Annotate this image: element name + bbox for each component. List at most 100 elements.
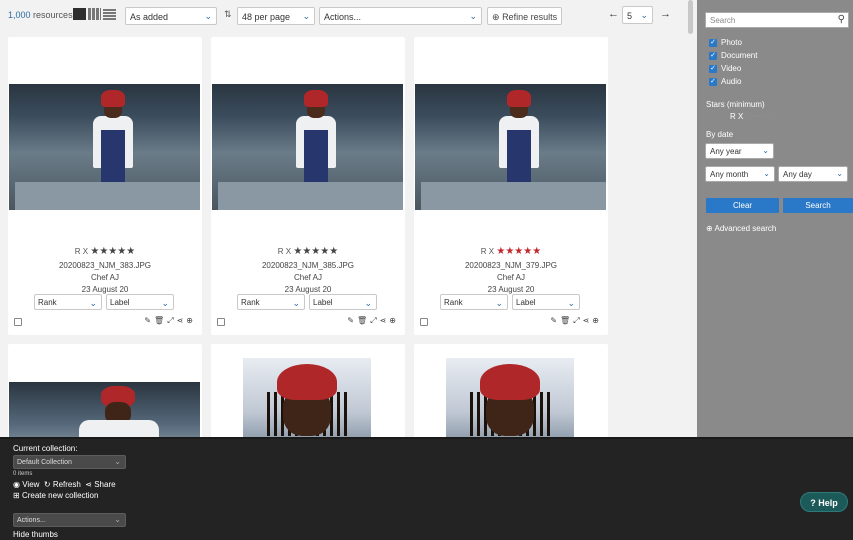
day-select[interactable]: Any day ⌄ bbox=[778, 166, 848, 182]
label-select[interactable]: Label ⌄ bbox=[106, 294, 174, 310]
resource-count-label: resources bbox=[33, 10, 73, 20]
resource-card[interactable]: R X ★★★★★ 20200823_NJM_385.JPG Chef AJ 2… bbox=[211, 37, 405, 335]
create-collection-label: Create new collection bbox=[21, 491, 99, 500]
select-checkbox[interactable] bbox=[420, 318, 428, 326]
rating-stars[interactable]: ★★★★★ bbox=[496, 246, 541, 257]
resource-date: 23 August 20 bbox=[487, 285, 535, 294]
stars-clear[interactable]: R X bbox=[730, 112, 743, 121]
fullscreen-icon[interactable]: ⤢ bbox=[573, 316, 582, 325]
rank-select[interactable]: Rank ⌄ bbox=[237, 294, 305, 310]
resource-card[interactable]: R X ★★★★★ 20200823_NJM_383.JPG Chef AJ 2… bbox=[8, 37, 202, 335]
create-collection-link[interactable]: ⊞ Create new collection bbox=[13, 491, 98, 500]
edit-icon[interactable]: ✎ bbox=[550, 316, 560, 325]
star-rating[interactable]: R X ★★★★★ bbox=[8, 246, 202, 257]
search-button[interactable]: Search bbox=[783, 198, 853, 213]
label-select[interactable]: Label ⌄ bbox=[309, 294, 377, 310]
filter-audio[interactable]: ✓ Audio bbox=[709, 77, 741, 86]
select-checkbox[interactable] bbox=[217, 318, 225, 326]
sort-order-value: As added bbox=[130, 12, 169, 22]
checkbox-checked-icon[interactable]: ✓ bbox=[709, 38, 717, 47]
results-scrollbar[interactable] bbox=[685, 0, 697, 437]
star-rating[interactable]: R X ★★★★★ bbox=[414, 246, 608, 257]
checkbox-checked-icon[interactable]: ✓ bbox=[709, 77, 717, 86]
resource-card[interactable] bbox=[414, 344, 608, 437]
filter-photo[interactable]: ✓ Photo bbox=[709, 38, 742, 47]
advanced-search-link[interactable]: ⊕ Advanced search bbox=[706, 224, 776, 233]
results-area: 1,000 resources As added ⌄ ⇅ 48 per page ⌄… bbox=[0, 0, 685, 437]
resource-card[interactable]: R X ★★★★★ 20200823_NJM_379.JPG Chef AJ 2… bbox=[414, 37, 608, 335]
label-select[interactable]: Label ⌄ bbox=[512, 294, 580, 310]
previous-page-arrow-icon[interactable]: ← bbox=[608, 8, 619, 20]
large-thumbs-view-icon[interactable] bbox=[73, 8, 86, 20]
next-page-arrow-icon[interactable]: → bbox=[660, 8, 671, 20]
resource-date: 23 August 20 bbox=[81, 285, 129, 294]
collection-actions-row: ◉ View ↻ Refresh ⋖ Share bbox=[13, 480, 116, 489]
page-select[interactable]: 5 ⌄ bbox=[622, 6, 653, 24]
chevron-down-icon: ⌄ bbox=[469, 11, 477, 21]
chevron-down-icon: ⌄ bbox=[763, 169, 770, 178]
zoom-icon: ⊕ bbox=[706, 224, 713, 233]
hide-thumbs-link[interactable]: Hide thumbs bbox=[13, 530, 58, 539]
search-sidebar: Search ⚲ ✓ Photo ✓ Document ✓ Video ✓ Audio S… bbox=[697, 0, 853, 437]
chevron-down-icon: ⌄ bbox=[114, 515, 121, 524]
delete-icon[interactable]: 🗑 bbox=[154, 316, 167, 325]
filter-document[interactable]: ✓ Document bbox=[709, 51, 757, 60]
share-link[interactable]: ⋖ Share bbox=[85, 480, 115, 489]
stars-minimum-selector[interactable]: R X · · · · · bbox=[730, 112, 770, 121]
star-dots-icon[interactable]: · · · · · bbox=[747, 112, 769, 121]
share-label: Share bbox=[94, 480, 116, 489]
clear-button[interactable]: Clear bbox=[706, 198, 779, 213]
share-icon[interactable]: ⋖ bbox=[583, 316, 593, 325]
card-tools: ✎🗑⤢⋖⊕ bbox=[347, 316, 399, 326]
collection-select[interactable]: Default Collection ⌄ bbox=[13, 455, 126, 469]
refresh-link[interactable]: ↻ Refresh bbox=[44, 480, 81, 489]
star-rating[interactable]: R X ★★★★★ bbox=[211, 246, 405, 257]
checkbox-checked-icon[interactable]: ✓ bbox=[709, 64, 717, 73]
collection-actions-select[interactable]: Actions... ⌄ bbox=[13, 513, 126, 527]
delete-icon[interactable]: 🗑 bbox=[560, 316, 573, 325]
label-value: Label bbox=[516, 298, 536, 307]
list-view-icon[interactable] bbox=[103, 8, 116, 20]
resource-thumbnail[interactable] bbox=[9, 382, 200, 437]
actions-select[interactable]: Actions... ⌄ bbox=[319, 7, 482, 25]
select-checkbox[interactable] bbox=[14, 318, 22, 326]
resource-thumbnail[interactable] bbox=[212, 84, 403, 210]
sort-order-select[interactable]: As added ⌄ bbox=[125, 7, 217, 25]
edit-icon[interactable]: ✎ bbox=[347, 316, 357, 325]
rank-select[interactable]: Rank ⌄ bbox=[440, 294, 508, 310]
fullscreen-icon[interactable]: ⤢ bbox=[370, 316, 379, 325]
checkbox-checked-icon[interactable]: ✓ bbox=[709, 51, 717, 60]
help-button[interactable]: ? Help bbox=[800, 492, 848, 512]
add-to-collection-icon[interactable]: ⊕ bbox=[592, 316, 602, 325]
resource-thumbnail[interactable] bbox=[415, 84, 606, 210]
results-toolbar: 1,000 resources As added ⌄ ⇅ 48 per page ⌄… bbox=[0, 0, 685, 32]
month-select[interactable]: Any month ⌄ bbox=[705, 166, 775, 182]
search-input[interactable]: Search ⚲ bbox=[705, 12, 849, 28]
share-icon[interactable]: ⋖ bbox=[177, 316, 187, 325]
sort-direction-icon[interactable]: ⇅ bbox=[224, 9, 232, 20]
delete-icon[interactable]: 🗑 bbox=[357, 316, 370, 325]
resource-card[interactable] bbox=[211, 344, 405, 437]
per-page-select[interactable]: 48 per page ⌄ bbox=[237, 7, 315, 25]
year-select[interactable]: Any year ⌄ bbox=[705, 143, 774, 159]
resource-thumbnail[interactable] bbox=[446, 358, 574, 437]
refine-results-button[interactable]: ⊕ Refine results bbox=[487, 7, 563, 25]
fullscreen-icon[interactable]: ⤢ bbox=[167, 316, 176, 325]
add-to-collection-icon[interactable]: ⊕ bbox=[389, 316, 399, 325]
resource-card[interactable] bbox=[8, 344, 202, 437]
filter-video[interactable]: ✓ Video bbox=[709, 64, 741, 73]
search-icon[interactable]: ⚲ bbox=[838, 14, 845, 25]
share-icon[interactable]: ⋖ bbox=[380, 316, 390, 325]
rating-stars[interactable]: ★★★★★ bbox=[293, 246, 338, 257]
view-link[interactable]: ◉ View bbox=[13, 480, 39, 489]
scrollbar-thumb[interactable] bbox=[688, 0, 693, 34]
edit-icon[interactable]: ✎ bbox=[144, 316, 154, 325]
small-thumbs-view-icon[interactable] bbox=[88, 8, 101, 20]
add-to-collection-icon[interactable]: ⊕ bbox=[186, 316, 196, 325]
rank-select[interactable]: Rank ⌄ bbox=[34, 294, 102, 310]
resource-thumbnail[interactable] bbox=[243, 358, 371, 437]
chevron-down-icon: ⌄ bbox=[114, 457, 121, 466]
view-label: View bbox=[22, 480, 40, 489]
resource-thumbnail[interactable] bbox=[9, 84, 200, 210]
rating-stars[interactable]: ★★★★★ bbox=[90, 246, 135, 257]
